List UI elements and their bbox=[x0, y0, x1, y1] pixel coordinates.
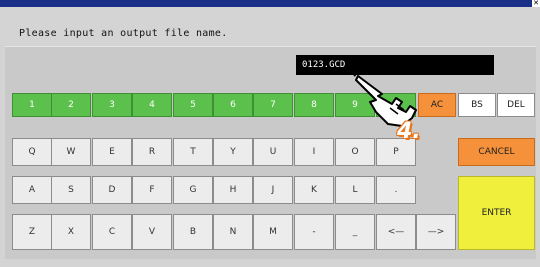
key-g[interactable]: G bbox=[173, 176, 213, 204]
key-b[interactable]: B bbox=[173, 214, 213, 250]
cancel-button[interactable]: CANCEL bbox=[458, 138, 535, 166]
key-q[interactable]: Q bbox=[12, 138, 52, 166]
key-f[interactable]: F bbox=[132, 176, 172, 204]
bs-button[interactable]: BS bbox=[458, 93, 496, 117]
title-bar bbox=[0, 0, 540, 7]
key-r[interactable]: R bbox=[132, 138, 172, 166]
key-a[interactable]: A bbox=[12, 176, 52, 204]
key-l[interactable]: L bbox=[335, 176, 375, 204]
key-z[interactable]: Z bbox=[12, 214, 52, 250]
close-icon[interactable]: ✕ bbox=[532, 0, 540, 7]
key-hyphen[interactable]: - bbox=[294, 214, 334, 250]
key-period[interactable]: . bbox=[376, 176, 416, 204]
key-8[interactable]: 8 bbox=[294, 93, 334, 117]
key-v[interactable]: V bbox=[132, 214, 172, 250]
key-1[interactable]: 1 bbox=[12, 93, 52, 117]
key-i[interactable]: I bbox=[294, 138, 334, 166]
prompt-text: Please input an output file name. bbox=[19, 28, 228, 39]
key-o[interactable]: O bbox=[335, 138, 375, 166]
key-j[interactable]: J bbox=[253, 176, 293, 204]
key-e[interactable]: E bbox=[92, 138, 132, 166]
key-x[interactable]: X bbox=[51, 214, 91, 250]
key-4[interactable]: 4 bbox=[132, 93, 172, 117]
key-5[interactable]: 5 bbox=[173, 93, 213, 117]
key-s[interactable]: S bbox=[51, 176, 91, 204]
cursor-right-button[interactable]: —> bbox=[416, 214, 456, 250]
key-3[interactable]: 3 bbox=[92, 93, 132, 117]
key-n[interactable]: N bbox=[213, 214, 253, 250]
key-h[interactable]: H bbox=[213, 176, 253, 204]
key-d[interactable]: D bbox=[92, 176, 132, 204]
key-t[interactable]: T bbox=[173, 138, 213, 166]
file-name-input-screen: ✕ Please input an output file name. 0123… bbox=[0, 0, 540, 267]
key-u[interactable]: U bbox=[253, 138, 293, 166]
key-y[interactable]: Y bbox=[213, 138, 253, 166]
key-k[interactable]: K bbox=[294, 176, 334, 204]
key-w[interactable]: W bbox=[51, 138, 91, 166]
key-2[interactable]: 2 bbox=[51, 93, 91, 117]
key-6[interactable]: 6 bbox=[213, 93, 253, 117]
step-number: 4. bbox=[397, 119, 421, 144]
key-underscore[interactable]: _ bbox=[335, 214, 375, 250]
enter-button[interactable]: ENTER bbox=[458, 176, 535, 250]
key-c[interactable]: C bbox=[92, 214, 132, 250]
key-7[interactable]: 7 bbox=[253, 93, 293, 117]
key-m[interactable]: M bbox=[253, 214, 293, 250]
cursor-left-button[interactable]: <— bbox=[376, 214, 416, 250]
del-button[interactable]: DEL bbox=[497, 93, 535, 117]
ac-button[interactable]: AC bbox=[418, 93, 456, 117]
